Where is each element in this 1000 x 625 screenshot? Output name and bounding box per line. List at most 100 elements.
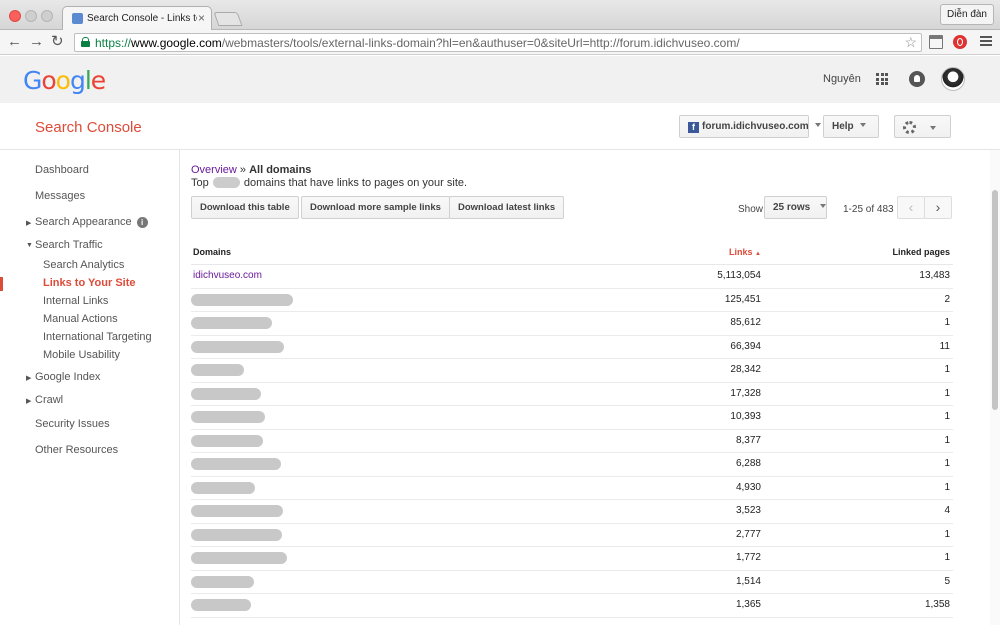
prev-page-button[interactable]: ‹ bbox=[897, 196, 925, 219]
avatar[interactable] bbox=[941, 67, 965, 91]
sidebar-item-google-index[interactable]: Google Index bbox=[35, 371, 100, 383]
notifications-bell-icon[interactable] bbox=[909, 71, 925, 87]
active-indicator bbox=[0, 277, 3, 291]
redacted-domain bbox=[191, 481, 255, 494]
extension-icon[interactable] bbox=[929, 35, 943, 49]
links-count: 1,514 bbox=[735, 575, 761, 587]
sidebar-item-search-appearance[interactable]: Search Appearance i bbox=[35, 216, 148, 228]
browser-tab[interactable]: Search Console - Links to × bbox=[62, 6, 212, 31]
reload-icon[interactable]: ↻ bbox=[51, 34, 64, 50]
column-header-links[interactable]: Links ▲ bbox=[729, 247, 761, 257]
help-label: Help bbox=[832, 121, 854, 132]
sidebar-item-other-resources[interactable]: Other Resources bbox=[35, 444, 118, 456]
page-subtitle: Top domains that have links to pages on … bbox=[191, 177, 467, 189]
links-count: 28,342 bbox=[730, 364, 761, 375]
links-count: 5,113,054 bbox=[717, 270, 761, 281]
url-text: https://www.google.com/webmasters/tools/… bbox=[95, 36, 740, 50]
links-count: 10,393 bbox=[730, 411, 761, 422]
breadcrumb-separator: » bbox=[236, 164, 250, 176]
close-window-button[interactable] bbox=[9, 10, 21, 22]
new-tab-button[interactable] bbox=[213, 12, 243, 26]
minimize-window-button[interactable] bbox=[25, 10, 37, 22]
download-latest-links-button[interactable]: Download latest links bbox=[449, 196, 565, 219]
sidebar-item-mobile-usability[interactable]: Mobile Usability bbox=[43, 349, 120, 361]
google-header: Google Nguyên bbox=[0, 56, 1000, 103]
column-header-domains[interactable]: Domains bbox=[193, 247, 231, 257]
redacted-domain bbox=[191, 340, 284, 353]
logo-letter: g bbox=[69, 66, 86, 95]
table-row: 85,612 1 bbox=[191, 312, 953, 336]
caret-right-icon[interactable]: ▶ bbox=[26, 374, 31, 382]
table-row: idichvuseo.com 5,113,054 13,483 bbox=[191, 265, 953, 289]
logo-letter: o bbox=[55, 66, 71, 95]
lock-icon bbox=[81, 37, 90, 48]
links-count: 4,930 bbox=[735, 481, 761, 493]
profile-button[interactable]: Diễn đàn bbox=[939, 4, 994, 25]
table-row: 66,394 11 bbox=[191, 336, 953, 359]
linked-pages-count: 2 bbox=[944, 293, 950, 305]
linked-pages-count: 1 bbox=[944, 364, 950, 375]
sidebar-item-crawl[interactable]: Crawl bbox=[35, 394, 63, 406]
chevron-down-icon bbox=[859, 123, 866, 127]
page-scrollbar[interactable] bbox=[990, 150, 1000, 625]
sidebar-item-search-analytics[interactable]: Search Analytics bbox=[43, 259, 124, 271]
show-label: Show bbox=[738, 204, 764, 215]
linked-pages-count: 5 bbox=[944, 575, 950, 587]
help-button[interactable]: Help bbox=[823, 115, 879, 138]
sidebar-item-internal-links[interactable]: Internal Links bbox=[43, 295, 108, 307]
column-header-label: Links bbox=[729, 247, 753, 257]
bookmark-star-icon[interactable]: ☆ bbox=[904, 34, 917, 51]
user-name[interactable]: Nguyên bbox=[823, 73, 861, 85]
caret-right-icon[interactable]: ▶ bbox=[26, 219, 31, 227]
links-count: 3,523 bbox=[735, 505, 761, 516]
tab-close-icon[interactable]: × bbox=[198, 11, 205, 25]
redacted-domain bbox=[191, 317, 272, 329]
url-bar[interactable]: https://www.google.com/webmasters/tools/… bbox=[74, 33, 922, 52]
sort-ascending-icon: ▲ bbox=[755, 251, 761, 257]
sidebar-item-links-to-your-site[interactable]: Links to Your Site bbox=[43, 277, 136, 289]
sidebar-item-international-targeting[interactable]: International Targeting bbox=[43, 331, 152, 343]
site-selector-button[interactable]: f forum.idichvuseo.com bbox=[679, 115, 821, 138]
caret-down-icon[interactable]: ▼ bbox=[26, 242, 33, 249]
apps-grid-icon[interactable] bbox=[876, 73, 888, 85]
caret-right-icon[interactable]: ▶ bbox=[26, 397, 31, 405]
column-header-linked-pages[interactable]: Linked pages bbox=[892, 247, 950, 257]
download-more-samples-button[interactable]: Download more sample links bbox=[301, 196, 450, 219]
redacted-domain bbox=[191, 364, 244, 376]
forward-icon[interactable]: → bbox=[29, 34, 44, 50]
page-title: All domains bbox=[249, 164, 312, 176]
sidebar-item-messages[interactable]: Messages bbox=[35, 190, 85, 202]
gear-icon bbox=[903, 121, 916, 134]
linked-pages-count: 1 bbox=[944, 458, 950, 469]
chevron-down-icon bbox=[820, 204, 827, 208]
table-row: 3,523 4 bbox=[191, 500, 953, 524]
download-table-button[interactable]: Download this table bbox=[191, 196, 299, 219]
linked-pages-count: 1,358 bbox=[924, 599, 950, 610]
info-icon[interactable]: i bbox=[136, 217, 148, 228]
redacted-domain bbox=[191, 293, 293, 306]
breadcrumb-overview-link[interactable]: Overview bbox=[191, 164, 237, 176]
browser-menu-icon[interactable] bbox=[980, 36, 992, 48]
redacted-domain bbox=[191, 599, 251, 611]
opera-extension-icon[interactable] bbox=[953, 35, 967, 49]
product-title[interactable]: Search Console bbox=[35, 119, 142, 136]
domain-link[interactable]: idichvuseo.com bbox=[193, 270, 262, 281]
redacted-domain bbox=[191, 411, 265, 423]
next-page-button[interactable]: › bbox=[924, 196, 952, 219]
settings-button[interactable] bbox=[894, 115, 951, 138]
logo-letter: G bbox=[23, 66, 42, 95]
rows-per-page-select[interactable]: 25 rows bbox=[764, 196, 827, 219]
sidebar-item-security-issues[interactable]: Security Issues bbox=[35, 418, 110, 430]
sidebar-item-search-traffic[interactable]: Search Traffic bbox=[35, 239, 103, 251]
links-count: 125,451 bbox=[724, 293, 761, 305]
sidebar-item-dashboard[interactable]: Dashboard bbox=[35, 164, 89, 176]
google-logo[interactable]: Google bbox=[23, 66, 106, 95]
sidebar-item-manual-actions[interactable]: Manual Actions bbox=[43, 313, 118, 325]
scrollbar-thumb[interactable] bbox=[992, 190, 998, 410]
table-row: 1,514 5 bbox=[191, 571, 953, 594]
zoom-window-button[interactable] bbox=[41, 10, 53, 22]
table-row: 10,393 1 bbox=[191, 406, 953, 430]
back-icon[interactable]: ← bbox=[7, 34, 22, 50]
tab-title: Search Console - Links to bbox=[87, 13, 197, 24]
redacted-domain bbox=[191, 552, 287, 564]
